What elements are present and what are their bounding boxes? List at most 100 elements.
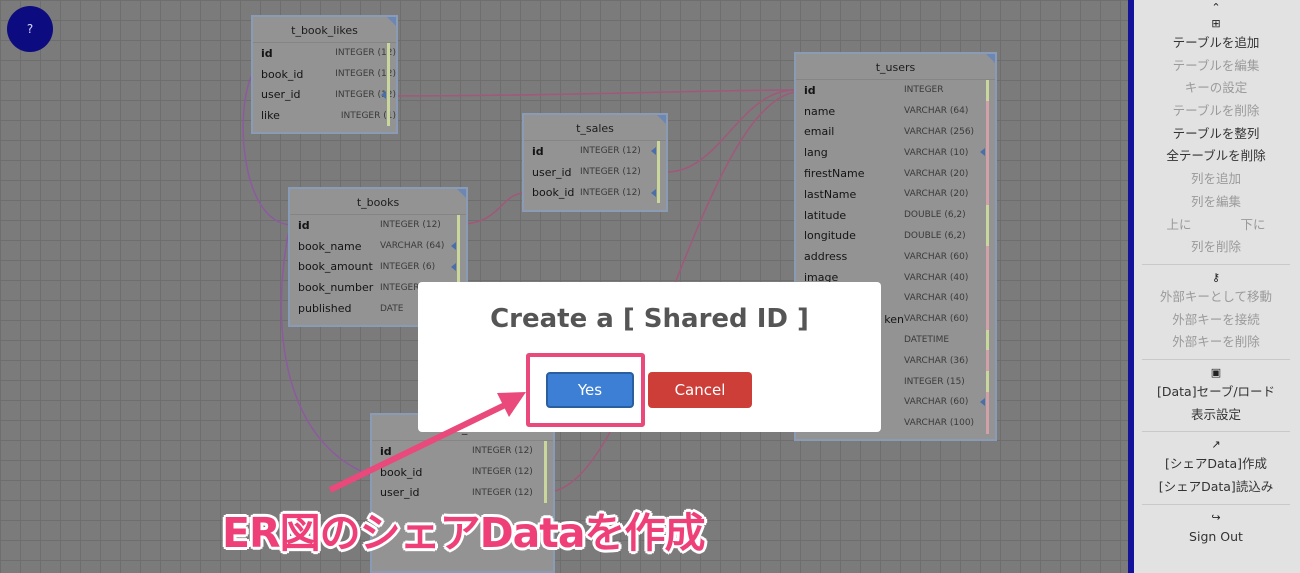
fk-arrow-icon	[651, 188, 656, 197]
column-row[interactable]: address VARCHAR (60)	[796, 246, 995, 268]
delete-table-button[interactable]: テーブルを削除	[1142, 100, 1290, 123]
column-type: VARCHAR (60)	[904, 397, 969, 408]
column-type: VARCHAR (60)	[904, 314, 969, 325]
column-row[interactable]: id INTEGER	[796, 80, 995, 101]
save-load-button[interactable]: [Data]セーブ/ロード	[1142, 381, 1290, 404]
column-type: INTEGER (6)	[380, 261, 436, 272]
column-type: DOUBLE (6,2)	[904, 230, 966, 241]
table-t-sales[interactable]: t_sales id INTEGER (12) user_id INTEGER (1…	[522, 113, 668, 212]
column-type: VARCHAR (40)	[904, 293, 969, 304]
table-corner-handle[interactable]	[387, 17, 396, 26]
move-down-button[interactable]: 下に	[1240, 214, 1265, 237]
column-type: VARCHAR (20)	[904, 189, 969, 200]
column-row[interactable]: user_id INTEGER (12)	[524, 161, 666, 183]
column-row[interactable]: latitude DOUBLE (6,2)	[796, 204, 995, 226]
column-name: name	[804, 104, 836, 118]
create-share-button[interactable]: [シェアData]作成	[1142, 453, 1290, 476]
column-row[interactable]: id INTEGER (12)	[524, 141, 666, 162]
column-row[interactable]: book_id INTEGER (12)	[253, 63, 396, 85]
shared-id-dialog: Create a [ Shared ID ] Yes Cancel	[418, 282, 881, 432]
column-type: INTEGER (15)	[904, 376, 965, 387]
delete-all-tables-button[interactable]: 全テーブルを削除	[1142, 145, 1290, 168]
column-type: VARCHAR (40)	[904, 272, 969, 283]
column-row[interactable]: book_id INTEGER (12)	[524, 182, 666, 204]
column-row[interactable]: like INTEGER (1)	[253, 105, 396, 127]
column-type: VARCHAR (36)	[904, 355, 969, 366]
column-row[interactable]: id INTEGER (12)	[253, 43, 396, 64]
column-type: DOUBLE (6,2)	[904, 210, 966, 221]
column-name: id	[532, 144, 544, 158]
fk-arrow-icon	[651, 147, 656, 155]
column-type: INTEGER (12)	[472, 467, 533, 478]
column-name: lang	[804, 146, 828, 160]
column-name: id	[380, 444, 392, 458]
column-row[interactable]: id INTEGER (12)	[372, 441, 553, 462]
table-title: t_users	[796, 54, 995, 80]
dialog-title: Create a [ Shared ID ]	[490, 304, 809, 334]
delete-fk-button[interactable]: 外部キーを削除	[1142, 331, 1290, 354]
add-column-button[interactable]: 列を追加	[1142, 168, 1290, 191]
delete-column-button[interactable]: 列を削除	[1142, 236, 1290, 259]
column-row[interactable]: book_amount INTEGER (6)	[290, 256, 466, 278]
table-corner-handle[interactable]	[657, 115, 666, 124]
key-icon: ⚷	[1211, 270, 1221, 284]
move-up-button[interactable]: 上に	[1166, 214, 1191, 237]
column-name: id	[298, 218, 310, 232]
column-name: lastName	[804, 187, 857, 201]
column-name: user_id	[532, 165, 572, 179]
display-settings-button[interactable]: 表示設定	[1142, 404, 1290, 427]
column-row[interactable]: email VARCHAR (256)	[796, 121, 995, 143]
move-as-fk-button[interactable]: 外部キーとして移動	[1142, 286, 1290, 309]
column-name: user_id	[261, 88, 301, 102]
column-row[interactable]: book_name VARCHAR (64)	[290, 235, 466, 257]
arrange-tables-button[interactable]: テーブルを整列	[1142, 123, 1290, 146]
column-row[interactable]: firestName VARCHAR (20)	[796, 163, 995, 184]
column-name: like	[261, 109, 280, 123]
table-corner-handle[interactable]	[457, 189, 466, 198]
cancel-button[interactable]: Cancel	[648, 372, 752, 408]
column-type: DATETIME	[904, 334, 950, 345]
column-row[interactable]: lastName VARCHAR (20)	[796, 183, 995, 205]
fk-arrow-icon	[381, 90, 386, 99]
column-name: book_id	[261, 67, 304, 81]
column-type: INTEGER (12)	[580, 167, 641, 178]
column-type: DATE	[380, 303, 404, 314]
add-table-button[interactable]: テーブルを追加	[1142, 32, 1290, 55]
table-corner-handle[interactable]	[986, 54, 995, 63]
table-t-book-likes[interactable]: t_book_likes id INTEGER (12) book_id INTEG…	[251, 15, 398, 134]
column-name: latitude	[804, 208, 847, 222]
column-name: id	[261, 46, 273, 60]
highlight-box	[526, 353, 645, 427]
connect-fk-button[interactable]: 外部キーを接続	[1142, 309, 1290, 332]
column-type: INTEGER	[380, 282, 420, 293]
column-type: INTEGER (12)	[472, 446, 533, 457]
divider	[1142, 263, 1290, 265]
sidebar: ⌃ ⊞ テーブルを追加 テーブルを編集 キーの設定 テーブルを削除 テーブルを整…	[1128, 0, 1300, 573]
edit-column-button[interactable]: 列を編集	[1142, 191, 1290, 214]
column-row[interactable]: book_id INTEGER (12)	[372, 461, 553, 483]
column-row[interactable]: id INTEGER (12)	[290, 215, 466, 236]
annotation-caption: ER図のシェアDataを作成	[222, 509, 706, 557]
column-row[interactable]: longitude DOUBLE (6,2)	[796, 225, 995, 247]
column-name: book_id	[380, 465, 423, 479]
help-button[interactable]: ?	[7, 6, 53, 52]
column-type: VARCHAR (10)	[904, 147, 969, 158]
share-icon: ↗	[1211, 438, 1221, 452]
move-column-row: 上に 下に	[1142, 214, 1290, 237]
column-type: VARCHAR (64)	[904, 106, 969, 117]
sign-out-button[interactable]: Sign Out	[1142, 526, 1290, 549]
fk-arrow-icon	[980, 148, 985, 157]
column-row[interactable]: lang VARCHAR (10)	[796, 142, 995, 164]
column-type: INTEGER (12)	[580, 146, 641, 157]
column-type: VARCHAR (60)	[904, 251, 969, 262]
load-share-button[interactable]: [シェアData]読込み	[1142, 476, 1290, 499]
column-row[interactable]: name VARCHAR (64)	[796, 100, 995, 122]
edit-table-button[interactable]: テーブルを編集	[1142, 55, 1290, 78]
column-name: book_number	[298, 281, 374, 295]
key-settings-button[interactable]: キーの設定	[1142, 77, 1290, 100]
chevron-up-icon[interactable]: ⌃	[1142, 0, 1290, 16]
table-icon: ⊞	[1211, 17, 1221, 30]
column-type: VARCHAR (100)	[904, 418, 975, 429]
column-type: INTEGER (12)	[580, 187, 641, 198]
column-row[interactable]: user_id INTEGER (12)	[253, 84, 396, 106]
